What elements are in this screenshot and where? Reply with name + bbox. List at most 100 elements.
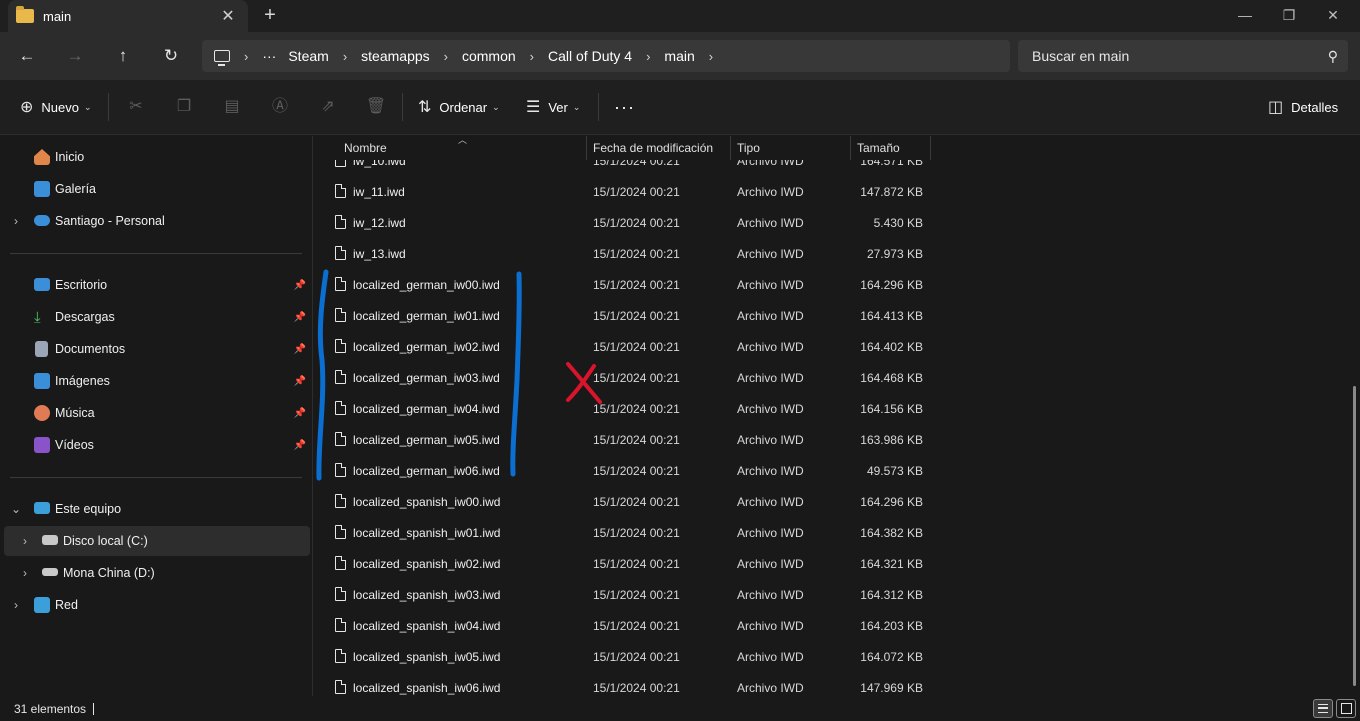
sort-button[interactable]: ⇅ Ordenar ⌄ — [418, 93, 500, 121]
more-options-button[interactable]: ··· — [614, 93, 635, 121]
share-icon[interactable]: ⇗ — [314, 93, 342, 121]
column-size[interactable]: Tamaño — [857, 141, 900, 155]
file-row[interactable]: localized_german_iw04.iwd 15/1/2024 00:21… — [313, 393, 1360, 424]
sidebar-item-label: Mona China (D:) — [63, 566, 155, 580]
file-row[interactable]: localized_spanish_iw05.iwd 15/1/2024 00:2… — [313, 641, 1360, 672]
file-row[interactable]: localized_spanish_iw03.iwd 15/1/2024 00:2… — [313, 579, 1360, 610]
sort-label: Ordenar — [439, 99, 488, 115]
file-name: localized_spanish_iw05.iwd — [353, 650, 501, 664]
file-icon — [335, 277, 346, 291]
file-row[interactable]: localized_german_iw01.iwd 15/1/2024 00:21… — [313, 300, 1360, 331]
file-row[interactable]: localized_spanish_iw04.iwd 15/1/2024 00:2… — [313, 610, 1360, 641]
vertical-scrollbar[interactable] — [1353, 386, 1356, 686]
close-tab-icon[interactable]: ✕ — [214, 6, 242, 26]
chevron-right-icon[interactable]: › — [9, 214, 23, 228]
search-input[interactable]: Buscar en main ⚲ — [1018, 40, 1348, 72]
delete-icon[interactable]: 🗑 — [362, 93, 390, 121]
tiles-view-button[interactable] — [1336, 699, 1356, 718]
drive-icon — [42, 535, 58, 545]
paste-icon[interactable]: ▤ — [218, 93, 246, 121]
column-name[interactable]: Nombre — [344, 141, 387, 155]
chevron-right-icon[interactable]: › — [709, 49, 713, 64]
view-button[interactable]: ☰ Ver ⌄ — [526, 93, 580, 121]
file-type: Archivo IWD — [737, 464, 804, 478]
sidebar-item-downloads[interactable]: ⤓ Descargas 📌 — [0, 302, 312, 332]
file-row[interactable]: localized_spanish_iw00.iwd 15/1/2024 00:2… — [313, 486, 1360, 517]
file-name: localized_spanish_iw00.iwd — [353, 495, 501, 509]
file-row[interactable]: iw_11.iwd 15/1/2024 00:21 Archivo IWD 147.8… — [313, 176, 1360, 207]
back-button[interactable]: ← — [12, 42, 42, 70]
chevron-down-icon: ⌄ — [83, 101, 92, 112]
sidebar-item-drive-d[interactable]: › Mona China (D:) — [0, 558, 312, 588]
cut-icon[interactable]: ✂ — [122, 93, 150, 121]
file-row[interactable]: localized_spanish_iw06.iwd 15/1/2024 00:2… — [313, 672, 1360, 696]
new-button[interactable]: ⊕ Nuevo ⌄ — [20, 93, 92, 121]
sidebar-item-desktop[interactable]: Escritorio 📌 — [0, 270, 312, 300]
column-type[interactable]: Tipo — [737, 141, 760, 155]
column-divider[interactable] — [730, 136, 731, 160]
column-divider[interactable] — [930, 136, 931, 160]
sidebar-item-gallery[interactable]: Galería — [0, 174, 312, 204]
file-row[interactable]: localized_german_iw05.iwd 15/1/2024 00:21… — [313, 424, 1360, 455]
breadcrumb-common[interactable]: common — [462, 48, 516, 64]
file-date: 15/1/2024 00:21 — [593, 464, 680, 478]
copy-icon[interactable]: ❐ — [170, 93, 198, 121]
file-name: localized_spanish_iw01.iwd — [353, 526, 501, 540]
sidebar-item-documents[interactable]: Documentos 📌 — [0, 334, 312, 364]
chevron-right-icon[interactable]: › — [444, 49, 448, 64]
breadcrumb-main[interactable]: main — [664, 48, 694, 64]
rename-icon[interactable]: Ⓐ — [266, 93, 294, 121]
sidebar-item-drive-c[interactable]: › Disco local (C:) — [4, 526, 310, 556]
details-view-button[interactable] — [1313, 699, 1333, 718]
chevron-right-icon[interactable]: › — [530, 49, 534, 64]
sidebar-item-this-pc[interactable]: ⌄ Este equipo — [0, 494, 312, 524]
sidebar-item-onedrive[interactable]: › Santiago - Personal — [0, 206, 312, 236]
plus-circle-icon: ⊕ — [20, 99, 34, 116]
breadcrumb-steam[interactable]: Steam — [288, 48, 328, 64]
restore-button[interactable]: ❐ — [1266, 0, 1312, 32]
address-bar[interactable]: › ··· Steam › steamapps › common › Call … — [202, 40, 1010, 72]
chevron-right-icon[interactable]: › — [18, 566, 32, 580]
forward-button[interactable]: → — [60, 42, 90, 70]
chevron-right-icon[interactable]: › — [343, 49, 347, 64]
chevron-right-icon[interactable]: › — [18, 534, 32, 548]
breadcrumb-steamapps[interactable]: steamapps — [361, 48, 429, 64]
file-type: Archivo IWD — [737, 526, 804, 540]
chevron-right-icon[interactable]: › — [646, 49, 650, 64]
sidebar-item-videos[interactable]: Vídeos 📌 — [0, 430, 312, 460]
file-row[interactable]: localized_german_iw00.iwd 15/1/2024 00:21… — [313, 269, 1360, 300]
file-size: 147.872 KB — [860, 185, 923, 199]
tab-title: main — [43, 8, 72, 24]
sidebar-item-home[interactable]: Inicio — [0, 142, 312, 172]
file-row[interactable]: localized_german_iw06.iwd 15/1/2024 00:21… — [313, 455, 1360, 486]
chevron-down-icon[interactable]: ⌄ — [9, 502, 23, 516]
file-row[interactable]: localized_spanish_iw02.iwd 15/1/2024 00:2… — [313, 548, 1360, 579]
chevron-right-icon[interactable]: › — [244, 49, 248, 64]
minimize-button[interactable]: ― — [1222, 0, 1268, 32]
computer-icon — [214, 50, 230, 66]
breadcrumb-cod4[interactable]: Call of Duty 4 — [548, 48, 632, 64]
new-tab-button[interactable]: + — [258, 4, 282, 28]
close-window-button[interactable]: ✕ — [1310, 0, 1356, 32]
tab-main[interactable]: main ✕ — [8, 0, 248, 32]
new-label: Nuevo — [41, 99, 79, 115]
sidebar-item-pictures[interactable]: Imágenes 📌 — [0, 366, 312, 396]
view-lines-icon: ☰ — [526, 99, 541, 116]
sidebar-item-network[interactable]: › Red — [0, 590, 312, 620]
breadcrumb-overflow[interactable]: ··· — [262, 48, 276, 64]
details-button[interactable]: ◫ Detalles — [1268, 93, 1338, 121]
sidebar-item-music[interactable]: Música 📌 — [0, 398, 312, 428]
up-button[interactable]: ↑ — [108, 42, 138, 70]
refresh-button[interactable]: ↻ — [156, 42, 186, 70]
file-row[interactable]: localized_spanish_iw01.iwd 15/1/2024 00:2… — [313, 517, 1360, 548]
column-date[interactable]: Fecha de modificación — [593, 141, 713, 155]
chevron-right-icon[interactable]: › — [9, 598, 23, 612]
file-row[interactable]: iw_13.iwd 15/1/2024 00:21 Archivo IWD 27.97… — [313, 238, 1360, 269]
column-divider[interactable] — [586, 136, 587, 160]
file-row[interactable]: localized_german_iw02.iwd 15/1/2024 00:21… — [313, 331, 1360, 362]
tiles-view-icon — [1341, 703, 1352, 714]
search-icon: ⚲ — [1327, 48, 1338, 64]
file-row[interactable]: iw_12.iwd 15/1/2024 00:21 Archivo IWD 5.430… — [313, 207, 1360, 238]
column-divider[interactable] — [850, 136, 851, 160]
file-row[interactable]: localized_german_iw03.iwd 15/1/2024 00:21… — [313, 362, 1360, 393]
